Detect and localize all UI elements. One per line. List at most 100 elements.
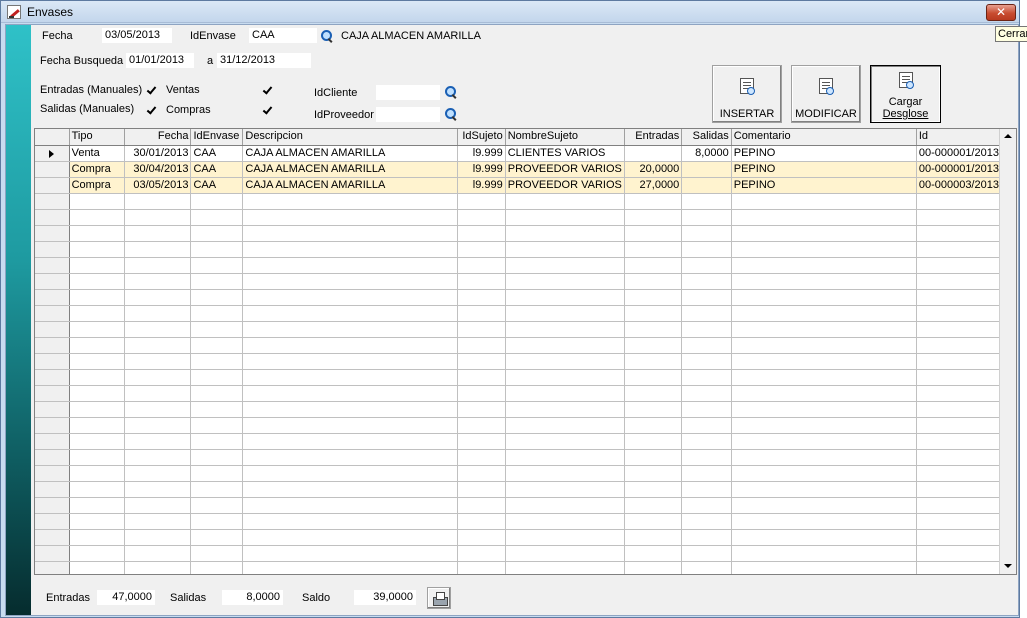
column-header[interactable]: Salidas [681, 129, 732, 146]
table-cell[interactable] [505, 289, 625, 306]
table-cell[interactable] [457, 401, 506, 418]
table-cell[interactable] [190, 449, 244, 466]
table-cell[interactable] [731, 513, 917, 530]
table-cell[interactable] [124, 449, 192, 466]
table-cell[interactable] [505, 561, 625, 574]
table-cell[interactable] [242, 193, 458, 210]
cargar-desglose-button[interactable]: Cargar Desglose [870, 65, 941, 123]
table-cell[interactable]: Compra [69, 177, 125, 194]
table-cell[interactable] [242, 545, 458, 562]
table-row[interactable] [35, 337, 1016, 354]
table-cell[interactable] [69, 305, 125, 322]
table-row[interactable] [35, 481, 1016, 498]
table-cell[interactable] [242, 513, 458, 530]
table-cell[interactable]: CAA [190, 177, 244, 194]
table-cell[interactable] [242, 497, 458, 514]
table-cell[interactable] [681, 449, 732, 466]
table-cell[interactable] [242, 529, 458, 546]
table-cell[interactable]: 03/05/2013 [124, 177, 192, 194]
table-cell[interactable] [124, 241, 192, 258]
table-cell[interactable] [69, 321, 125, 338]
table-cell[interactable] [124, 289, 192, 306]
table-row[interactable] [35, 417, 1016, 434]
table-cell[interactable] [681, 209, 732, 226]
table-cell[interactable] [505, 433, 625, 450]
table-cell[interactable] [124, 369, 192, 386]
table-cell[interactable] [242, 401, 458, 418]
table-row[interactable] [35, 273, 1016, 290]
table-cell[interactable] [624, 481, 683, 498]
table-cell[interactable] [731, 305, 917, 322]
row-indicator[interactable] [35, 289, 70, 306]
table-cell[interactable]: PROVEEDOR VARIOS [505, 177, 625, 194]
row-indicator[interactable] [35, 465, 70, 482]
table-cell[interactable] [681, 353, 732, 370]
table-cell[interactable] [681, 497, 732, 514]
table-cell[interactable] [190, 305, 244, 322]
table-cell[interactable]: l9.999 [457, 145, 506, 162]
table-cell[interactable] [124, 481, 192, 498]
table-cell[interactable] [457, 369, 506, 386]
table-cell[interactable] [69, 545, 125, 562]
table-cell[interactable] [505, 513, 625, 530]
table-cell[interactable] [124, 545, 192, 562]
table-cell[interactable] [457, 353, 506, 370]
table-cell[interactable] [69, 465, 125, 482]
table-cell[interactable]: CAJA ALMACEN AMARILLA [242, 161, 458, 178]
table-cell[interactable]: l9.999 [457, 161, 506, 178]
table-cell[interactable] [731, 465, 917, 482]
row-indicator[interactable] [35, 225, 70, 242]
row-indicator[interactable] [35, 353, 70, 370]
table-cell[interactable] [681, 305, 732, 322]
table-cell[interactable] [242, 305, 458, 322]
table-cell[interactable] [190, 513, 244, 530]
table-row[interactable] [35, 433, 1016, 450]
entradas-manuales-checkbox[interactable] [145, 84, 158, 97]
column-header[interactable]: Comentario [731, 129, 917, 146]
table-cell[interactable] [457, 449, 506, 466]
table-cell[interactable] [457, 513, 506, 530]
table-cell[interactable] [69, 273, 125, 290]
table-cell[interactable] [124, 385, 192, 402]
table-cell[interactable] [190, 401, 244, 418]
table-row[interactable] [35, 385, 1016, 402]
table-cell[interactable] [457, 433, 506, 450]
salidas-manuales-checkbox[interactable] [145, 104, 158, 117]
row-indicator[interactable] [35, 401, 70, 418]
row-indicator[interactable] [35, 241, 70, 258]
table-row[interactable] [35, 305, 1016, 322]
table-cell[interactable] [242, 225, 458, 242]
table-cell[interactable] [242, 481, 458, 498]
scroll-up-arrow-icon[interactable] [1000, 129, 1016, 145]
table-cell[interactable]: PEPINO [731, 145, 917, 162]
table-cell[interactable] [457, 209, 506, 226]
table-cell[interactable] [624, 225, 683, 242]
table-cell[interactable] [124, 321, 192, 338]
table-row[interactable]: Venta 30/01/2013 CAA CAJA ALMACEN AMARILLA l… [35, 145, 1016, 162]
table-cell[interactable] [731, 369, 917, 386]
table-cell[interactable] [242, 241, 458, 258]
table-cell[interactable] [624, 321, 683, 338]
table-cell[interactable] [731, 225, 917, 242]
table-cell[interactable] [457, 337, 506, 354]
table-cell[interactable] [457, 417, 506, 434]
row-indicator[interactable] [35, 337, 70, 354]
table-cell[interactable] [190, 433, 244, 450]
table-cell[interactable] [69, 561, 125, 574]
table-cell[interactable]: CLIENTES VARIOS [505, 145, 625, 162]
row-indicator[interactable] [35, 177, 70, 194]
table-cell[interactable] [457, 225, 506, 242]
table-row[interactable]: Compra 30/04/2013 CAA CAJA ALMACEN AMARILLA… [35, 161, 1016, 178]
table-cell[interactable] [457, 529, 506, 546]
table-cell[interactable] [242, 289, 458, 306]
table-cell[interactable] [624, 369, 683, 386]
table-cell[interactable] [69, 529, 125, 546]
table-cell[interactable] [457, 193, 506, 210]
table-cell[interactable] [242, 465, 458, 482]
table-cell[interactable] [242, 449, 458, 466]
table-cell[interactable] [69, 369, 125, 386]
table-cell[interactable] [190, 273, 244, 290]
table-cell[interactable] [681, 257, 732, 274]
table-cell[interactable]: Venta [69, 145, 125, 162]
table-cell[interactable] [69, 209, 125, 226]
